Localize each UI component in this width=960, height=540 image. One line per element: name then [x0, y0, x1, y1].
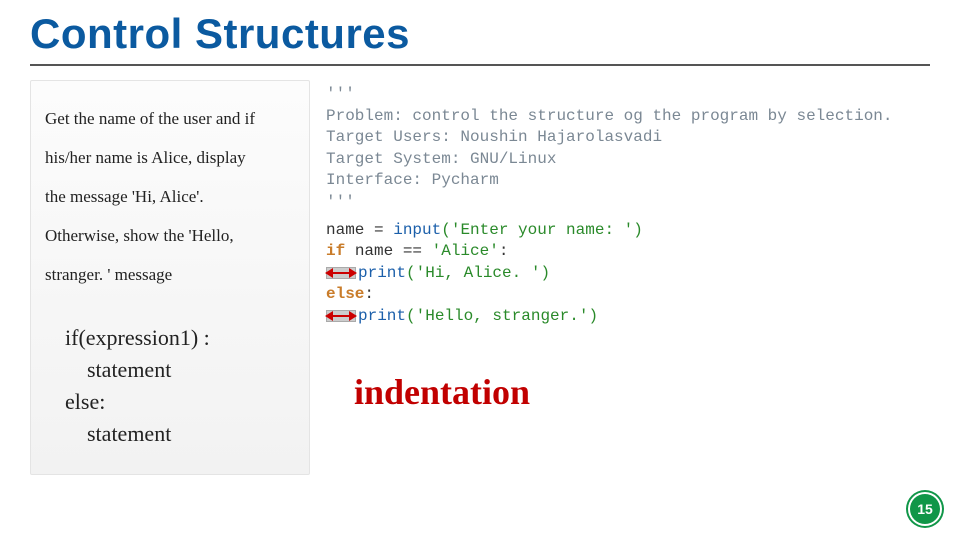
- task-line: Otherwise, show the 'Hello,: [45, 216, 295, 255]
- docstring: Problem: control the structure og the pr…: [326, 106, 930, 128]
- code-line: print('Hello, stranger.'): [326, 306, 930, 328]
- code-panel: ''' Problem: control the structure og th…: [326, 80, 930, 475]
- function-call: print: [358, 264, 406, 282]
- syntax-line: statement: [65, 418, 295, 450]
- code-block: name = input('Enter your name: ') if nam…: [326, 220, 930, 328]
- string-literal: ('Hello, stranger.'): [406, 307, 598, 325]
- docstring: ''': [326, 84, 930, 106]
- indentation-label: indentation: [354, 368, 930, 417]
- indentation-arrow-icon: [326, 267, 356, 279]
- function-call: print: [358, 307, 406, 325]
- task-line: stranger. ' message: [45, 255, 295, 294]
- task-line: the message 'Hi, Alice'.: [45, 177, 295, 216]
- syntax-line: if(expression1) :: [65, 322, 295, 354]
- function-call: input: [393, 221, 441, 239]
- page-number: 15: [917, 501, 933, 517]
- page-title: Control Structures: [30, 10, 930, 66]
- indentation-arrow-icon: [326, 310, 356, 322]
- content-columns: Get the name of the user and if his/her …: [30, 80, 930, 475]
- task-description: Get the name of the user and if his/her …: [45, 99, 295, 294]
- task-line: his/her name is Alice, display: [45, 138, 295, 177]
- page-number-badge: 15: [908, 492, 942, 526]
- code-line: else:: [326, 284, 930, 306]
- code-text: name: [326, 221, 374, 239]
- syntax-template: if(expression1) : statement else: statem…: [65, 322, 295, 450]
- syntax-line: else:: [65, 386, 295, 418]
- code-line: if name == 'Alice':: [326, 241, 930, 263]
- docstring: Target System: GNU/Linux: [326, 149, 930, 171]
- keyword: else: [326, 285, 364, 303]
- docstring: ''': [326, 192, 930, 214]
- slide: Control Structures Get the name of the u…: [0, 0, 960, 540]
- docstring: Target Users: Noushin Hajarolasvadi: [326, 127, 930, 149]
- task-line: Get the name of the user and if: [45, 99, 295, 138]
- string-literal: ('Enter your name: '): [441, 221, 643, 239]
- code-line: name = input('Enter your name: '): [326, 220, 930, 242]
- keyword: if: [326, 242, 355, 260]
- docstring: Interface: Pycharm: [326, 170, 930, 192]
- left-panel: Get the name of the user and if his/her …: [30, 80, 310, 475]
- string-literal: 'Alice': [432, 242, 499, 260]
- string-literal: ('Hi, Alice. '): [406, 264, 550, 282]
- code-text: :: [364, 285, 374, 303]
- code-line: print('Hi, Alice. '): [326, 263, 930, 285]
- code-text: name ==: [355, 242, 432, 260]
- operator: =: [374, 221, 393, 239]
- code-text: :: [499, 242, 509, 260]
- syntax-line: statement: [65, 354, 295, 386]
